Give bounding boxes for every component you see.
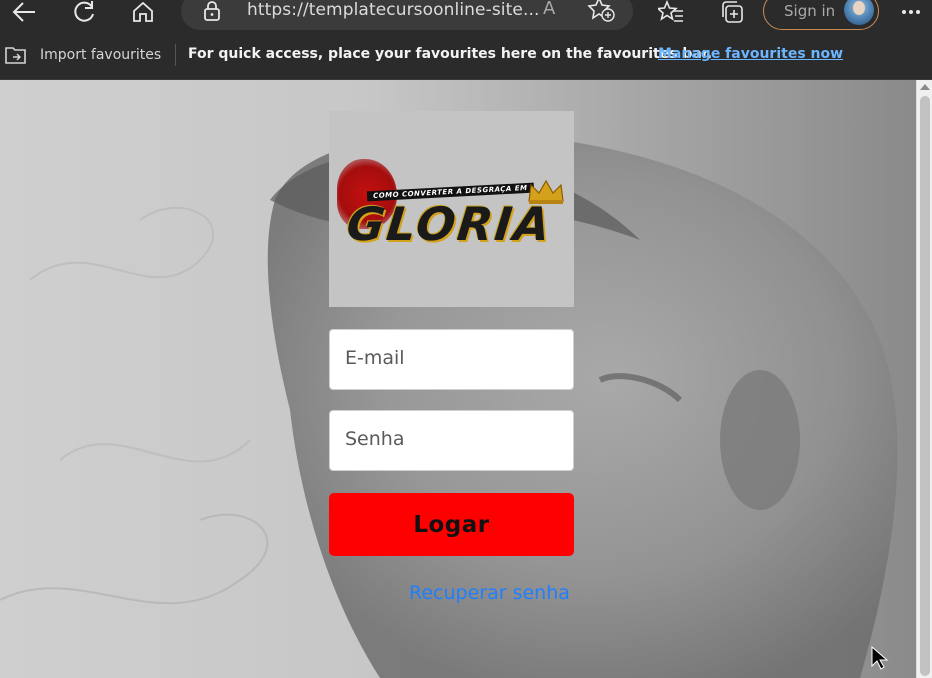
web-page: COMO CONVERTER A DESGRAÇA EM GLORIA E-ma… xyxy=(0,80,916,678)
crown-icon xyxy=(528,179,564,204)
avatar xyxy=(844,0,874,25)
login-button-label: Logar xyxy=(413,511,490,538)
email-field[interactable]: E-mail xyxy=(329,329,574,390)
favourites-button[interactable] xyxy=(653,0,689,24)
import-favourites-label: Import favourites xyxy=(40,47,162,63)
collections-icon xyxy=(722,1,743,23)
url-text[interactable]: https://templatecursoonline-site... xyxy=(247,0,539,20)
more-icon xyxy=(902,10,920,14)
recover-password-link[interactable]: Recuperar senha xyxy=(409,582,570,604)
refresh-icon xyxy=(74,1,94,22)
add-favourite-icon[interactable] xyxy=(587,0,615,22)
password-field[interactable]: Senha xyxy=(329,410,574,471)
address-bar[interactable]: https://templatecursoonline-site... A xyxy=(181,0,633,30)
home-button[interactable] xyxy=(125,0,161,24)
login-button[interactable]: Logar xyxy=(329,493,574,556)
course-logo: COMO CONVERTER A DESGRAÇA EM GLORIA xyxy=(329,111,574,307)
page-scrollbar[interactable] xyxy=(916,80,932,678)
favourites-bar: Import favourites For quick access, plac… xyxy=(0,36,932,80)
import-folder-icon xyxy=(5,47,26,64)
collections-button[interactable] xyxy=(714,0,750,24)
sign-in-button[interactable]: Sign in xyxy=(763,0,879,30)
favourites-tip: For quick access, place your favourites … xyxy=(188,46,713,62)
home-icon xyxy=(133,2,153,22)
more-button[interactable] xyxy=(893,0,929,24)
favourites-divider xyxy=(175,44,176,66)
import-favourites-button[interactable]: Import favourites xyxy=(4,42,161,68)
back-button[interactable] xyxy=(6,0,42,24)
sign-in-label: Sign in xyxy=(784,2,836,20)
logo-title: GLORIA xyxy=(344,197,555,251)
email-placeholder: E-mail xyxy=(345,347,405,369)
refresh-button[interactable] xyxy=(66,0,102,24)
back-icon xyxy=(12,2,35,22)
scroll-thumb[interactable] xyxy=(920,96,930,676)
password-placeholder: Senha xyxy=(345,428,405,450)
read-aloud-icon[interactable]: A xyxy=(543,0,555,19)
scroll-up-arrow[interactable] xyxy=(920,84,930,90)
browser-toolbar: https://templatecursoonline-site... A Si… xyxy=(0,0,932,36)
mouse-cursor-icon xyxy=(871,646,889,670)
manage-favourites-link[interactable]: Manage favourites now xyxy=(658,46,843,62)
lock-icon[interactable] xyxy=(203,0,221,22)
favourites-icon xyxy=(658,0,683,22)
